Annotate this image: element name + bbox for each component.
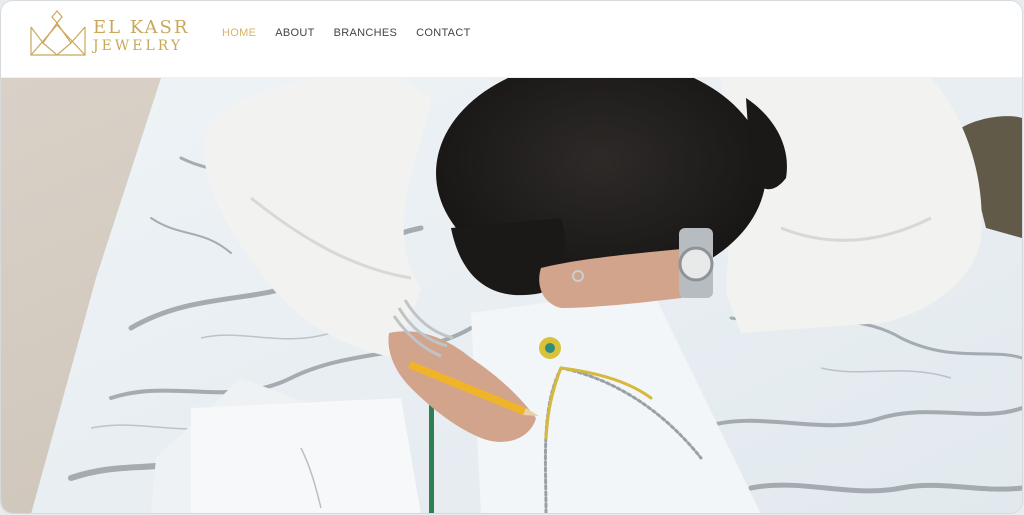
nav-home[interactable]: HOME xyxy=(222,26,256,40)
nav-branches[interactable]: BRANCHES xyxy=(334,26,398,40)
hero-image xyxy=(1,78,1022,513)
woman-sketching-jewelry-illustration xyxy=(1,78,1022,513)
brand-subtitle: JEWELRY xyxy=(93,38,184,54)
nav-about[interactable]: ABOUT xyxy=(275,26,314,40)
brand-name: EL KASR xyxy=(93,17,190,38)
nav-contact[interactable]: CONTACT xyxy=(416,26,470,40)
brand-logo[interactable]: EL KASR JEWELRY xyxy=(29,9,189,61)
site-header: EL KASR JEWELRY HOME ABOUT BRANCHES CONT… xyxy=(1,1,1022,78)
crown-diamond-logo-icon xyxy=(30,10,86,56)
browser-viewport: EL KASR JEWELRY HOME ABOUT BRANCHES CONT… xyxy=(1,1,1022,513)
main-nav: HOME ABOUT BRANCHES CONTACT xyxy=(222,26,471,40)
